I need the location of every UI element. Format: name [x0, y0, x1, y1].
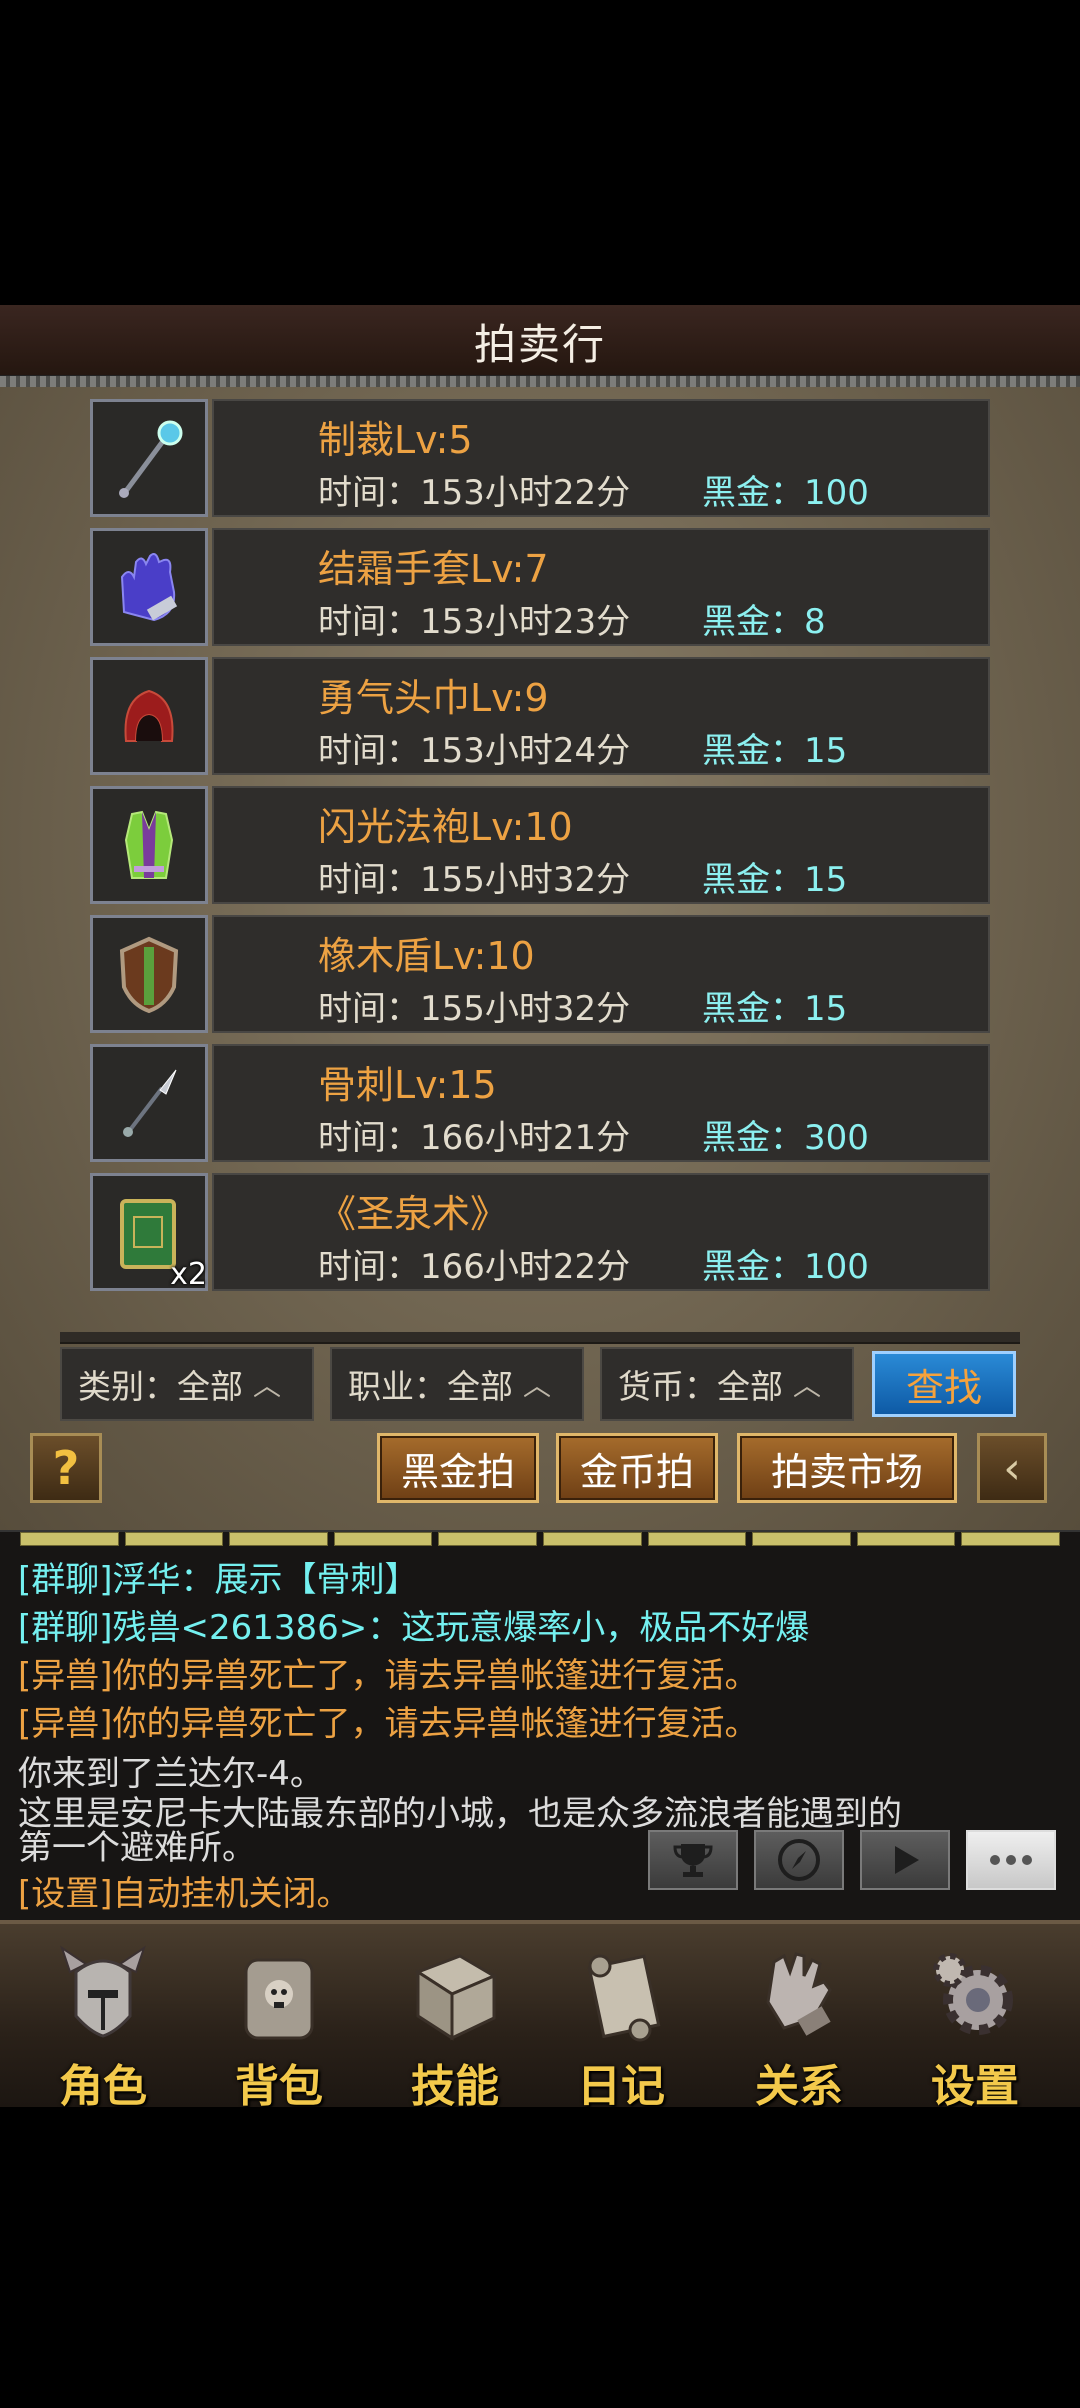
chat-message: [异兽]你的异兽死亡了，请去异兽帐篷进行复活。	[18, 1656, 759, 1696]
trophy-icon	[673, 1844, 713, 1877]
auction-market-button[interactable]: 拍卖市场	[737, 1433, 957, 1503]
chat-button[interactable]	[966, 1830, 1056, 1890]
item-name: 制裁Lv:5	[318, 418, 473, 462]
search-button[interactable]: 查找	[872, 1351, 1016, 1417]
backpack-icon	[244, 1958, 314, 2040]
auction-item[interactable]: 结霜手套Lv:7 时间：153小时23分 黑金：8	[90, 528, 990, 646]
item-count: x2	[170, 1257, 207, 1292]
category-filter-label: 类别：全部	[78, 1367, 243, 1406]
spear-icon	[90, 1044, 208, 1162]
item-time: 时间：153小时23分	[318, 602, 631, 642]
currency-filter-label: 货币：全部	[618, 1367, 783, 1406]
currency-filter[interactable]: 货币：全部 ︿	[600, 1347, 854, 1421]
chat-tab-strip	[20, 1532, 1060, 1546]
chevron-left-icon: ‹	[1003, 1442, 1021, 1494]
item-name: 结霜手套Lv:7	[318, 547, 549, 591]
scroll-icon	[587, 1954, 661, 2042]
item-price: 黑金：100	[702, 1247, 869, 1287]
item-time: 时间：166小时22分	[318, 1247, 631, 1287]
chevron-up-icon: ︿	[253, 1369, 282, 1402]
nav-label: 技能	[411, 2061, 499, 2112]
chat-message: [异兽]你的异兽死亡了，请去异兽帐篷进行复活。	[18, 1704, 759, 1744]
item-time: 时间：153小时24分	[318, 731, 631, 771]
nav-settings[interactable]: 设置	[900, 1942, 1050, 2112]
chat-message: 你来到了兰达尔-4。	[18, 1754, 324, 1794]
nav-skills[interactable]: 技能	[380, 1942, 530, 2112]
filter-divider	[60, 1332, 1020, 1344]
helmet-icon	[60, 1945, 146, 2038]
chevron-up-icon: ︿	[793, 1369, 822, 1402]
gauntlet-icon	[766, 1952, 832, 2036]
item-name: 橡木盾Lv:10	[318, 934, 535, 978]
nav-label: 关系	[755, 2061, 843, 2112]
chat-message: 第一个避难所。	[18, 1828, 256, 1868]
item-price: 黑金：15	[702, 860, 848, 900]
shield-icon	[90, 915, 208, 1033]
chat-message: [群聊]浮华：展示【骨刺】	[18, 1560, 419, 1600]
nav-label: 日记	[577, 2061, 665, 2112]
item-name: 骨刺Lv:15	[318, 1063, 497, 1107]
compass-icon	[778, 1839, 820, 1881]
play-icon	[895, 1846, 919, 1874]
nav-label: 设置	[931, 2061, 1019, 2112]
robe-icon	[90, 786, 208, 904]
profession-filter-label: 职业：全部	[348, 1367, 513, 1406]
auction-item[interactable]: x2 《圣泉术》 时间：166小时22分 黑金：100	[90, 1173, 990, 1292]
item-time: 时间：155小时32分	[318, 860, 631, 900]
item-price: 黑金：15	[702, 989, 848, 1029]
nav-diary[interactable]: 日记	[546, 1942, 696, 2112]
compass-button[interactable]	[754, 1830, 844, 1890]
auction-item[interactable]: 橡木盾Lv:10 时间：155小时32分 黑金：15	[90, 915, 990, 1033]
nav-relations[interactable]: 关系	[724, 1942, 874, 2112]
chat-message: [群聊]残兽<261386>：这玩意爆率小，极品不好爆	[18, 1608, 810, 1648]
item-name: 勇气头巾Lv:9	[318, 676, 549, 720]
scepter-icon	[90, 399, 208, 517]
item-time: 时间：153小时22分	[318, 473, 631, 513]
gold-coin-auction-button[interactable]: 金币拍	[556, 1433, 718, 1503]
item-name: 闪光法袍Lv:10	[318, 805, 573, 849]
category-filter[interactable]: 类别：全部 ︿	[60, 1347, 314, 1421]
hood-icon	[90, 657, 208, 775]
book-icon: x2	[90, 1173, 208, 1292]
nav-label: 角色	[59, 2061, 147, 2112]
chat-message: [设置]自动挂机关闭。	[18, 1874, 351, 1914]
auction-item[interactable]: 闪光法袍Lv:10 时间：155小时32分 黑金：15	[90, 786, 990, 904]
item-name: 《圣泉术》	[318, 1192, 509, 1236]
help-button[interactable]: ?	[30, 1433, 102, 1503]
auction-item[interactable]: 制裁Lv:5 时间：153小时22分 黑金：100	[90, 399, 990, 517]
skill-book-icon	[414, 1954, 498, 2041]
nav-backpack[interactable]: 背包	[204, 1942, 354, 2112]
title-bar: 拍卖行	[0, 305, 1080, 377]
page-title: 拍卖行	[473, 319, 606, 369]
chevron-up-icon: ︿	[523, 1369, 552, 1402]
bottom-nav: 角色 背包 技能 日记 关系 设置	[0, 1920, 1080, 2112]
item-price: 黑金：300	[702, 1118, 869, 1158]
profession-filter[interactable]: 职业：全部 ︿	[330, 1347, 584, 1421]
ellipsis-icon	[990, 1855, 1032, 1865]
nav-label: 背包	[235, 2061, 323, 2112]
glove-icon	[90, 528, 208, 646]
item-time: 时间：166小时21分	[318, 1118, 631, 1158]
black-gold-auction-button[interactable]: 黑金拍	[377, 1433, 539, 1503]
gear-icon	[933, 1953, 1013, 2035]
item-price: 黑金：100	[702, 473, 869, 513]
item-price: 黑金：15	[702, 731, 848, 771]
auction-item[interactable]: 骨刺Lv:15 时间：166小时21分 黑金：300	[90, 1044, 990, 1162]
item-time: 时间：155小时32分	[318, 989, 631, 1029]
trophy-button[interactable]	[648, 1830, 738, 1890]
back-button[interactable]: ‹	[977, 1433, 1047, 1503]
auction-item[interactable]: 勇气头巾Lv:9 时间：153小时24分 黑金：15	[90, 657, 990, 775]
play-button[interactable]	[860, 1830, 950, 1890]
nav-character[interactable]: 角色	[28, 1942, 178, 2112]
item-price: 黑金：8	[702, 602, 826, 642]
